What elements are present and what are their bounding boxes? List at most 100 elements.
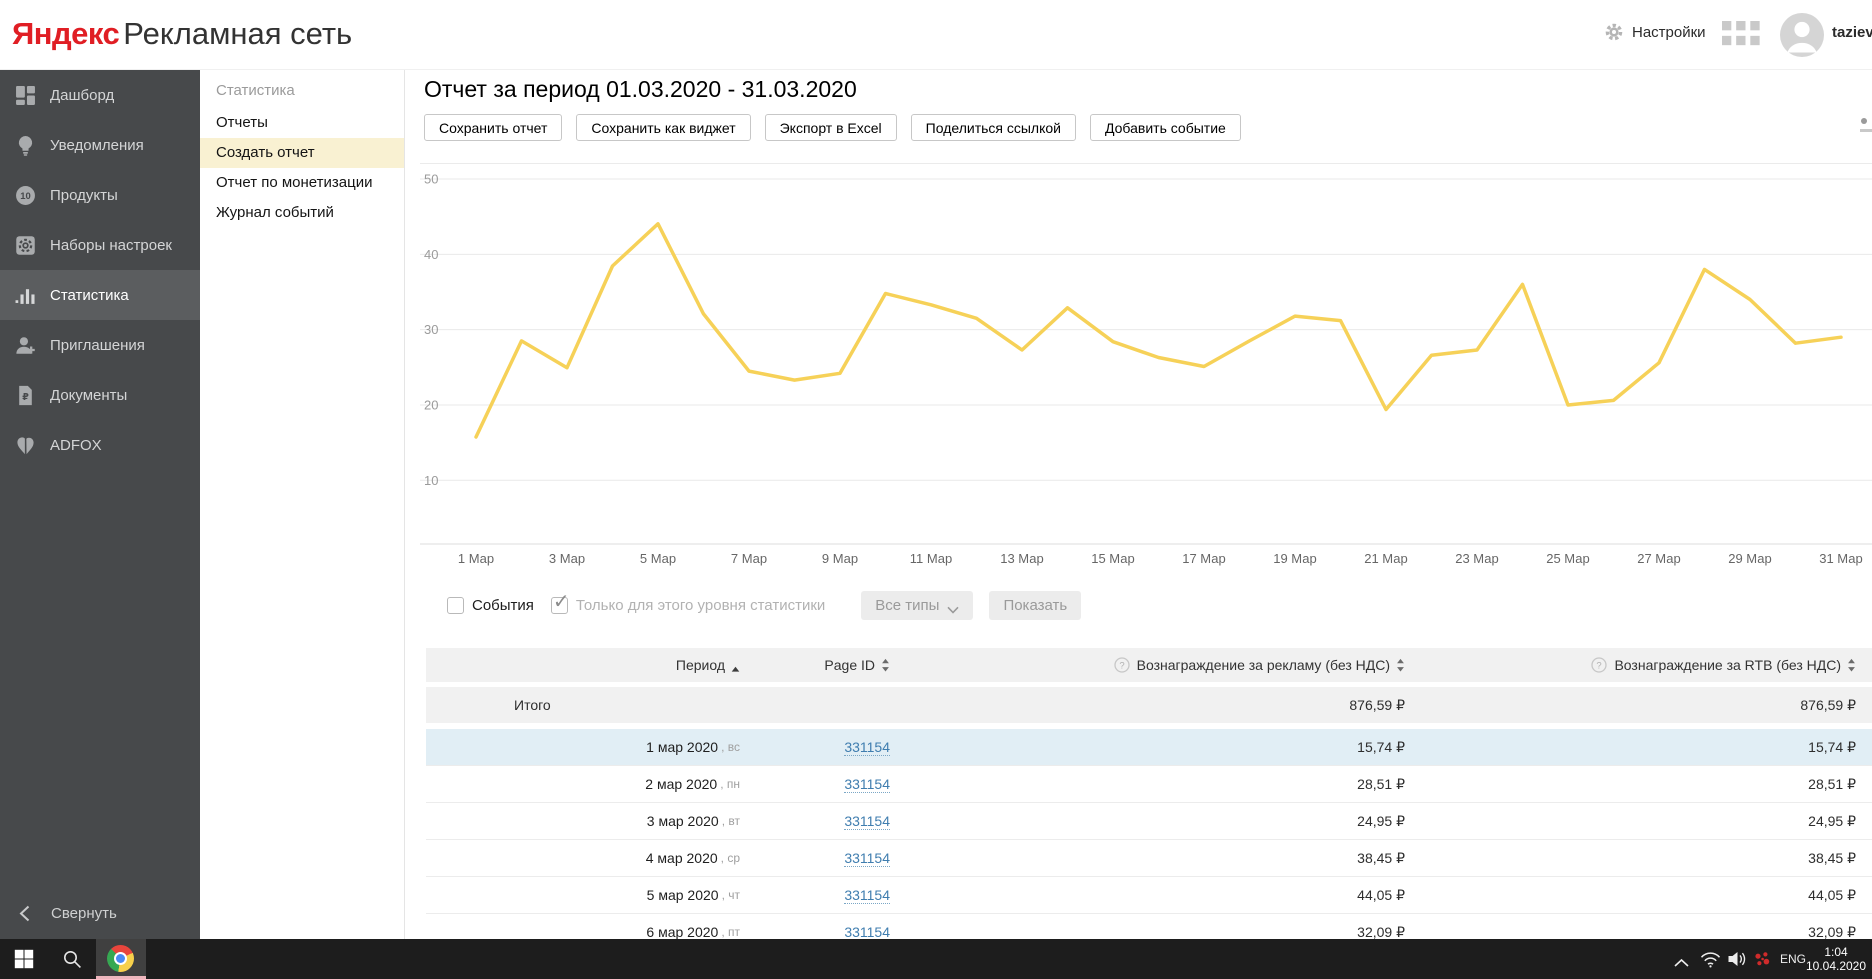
tray-expand-icon[interactable]	[1674, 954, 1689, 967]
table-row[interactable]: 2 мар 2020, пн 331154 28,51 ₽ 28,51 ₽	[426, 766, 1872, 803]
svg-text:10: 10	[20, 191, 31, 202]
help-question-icon[interactable]: ?	[1113, 657, 1130, 673]
show-button[interactable]: Показать	[989, 590, 1082, 620]
page-id-link[interactable]: 331154	[844, 813, 890, 830]
sort-both-icon[interactable]	[1847, 658, 1856, 673]
subnav-item-3[interactable]: Отчет по монетизации	[200, 168, 404, 198]
period-cell: 2 мар 2020, пн	[426, 766, 756, 802]
svg-text:27 Мар: 27 Мар	[1637, 551, 1681, 566]
svg-text:₽: ₽	[22, 391, 29, 402]
page-id-link[interactable]: 331154	[844, 850, 890, 867]
taskbar-clock[interactable]: 1:04 10.04.2020	[1804, 945, 1868, 973]
event-type-value: Все типы	[875, 596, 940, 614]
checkbox-unchecked-icon	[447, 596, 464, 614]
weekday-label: , пн	[720, 777, 740, 791]
settings-button[interactable]: Настройки	[1604, 22, 1706, 42]
column-header-label: Вознаграждение за RTB (без НДС)	[1614, 657, 1841, 673]
date-label: 5 мар 2020	[646, 887, 719, 903]
only-level-checkbox[interactable]: ✓ Только для этого уровня статистики	[550, 591, 825, 614]
sidebar-item-4[interactable]: Наборы настроек	[0, 220, 200, 270]
sidebar-item-6[interactable]: Приглашения	[0, 320, 200, 370]
column-header-3[interactable]: ? Вознаграждение за рекламу (без НДС)	[906, 648, 1421, 682]
table-row[interactable]: 4 мар 2020, ср 331154 38,45 ₽ 38,45 ₽	[426, 840, 1872, 877]
pageid-cell: 331154	[756, 914, 906, 940]
page-id-link[interactable]: 331154	[844, 776, 890, 793]
avatar[interactable]	[1780, 13, 1824, 57]
svg-text:5 Мар: 5 Мар	[640, 551, 676, 566]
yandex-logo-text: Яндекс	[12, 16, 120, 51]
subnav-item-2[interactable]: Создать отчет	[200, 138, 404, 168]
help-question-icon[interactable]: ?	[1591, 657, 1608, 673]
volume-icon[interactable]	[1727, 951, 1747, 967]
sidebar-item-5[interactable]: Статистика	[0, 270, 200, 320]
toolbar-button-2[interactable]: Сохранить как виджет	[576, 114, 751, 141]
svg-text:1 Мар: 1 Мар	[458, 551, 494, 566]
sort-both-icon[interactable]	[1396, 658, 1405, 673]
svg-text:15 Мар: 15 Мар	[1091, 551, 1135, 566]
sidebar-item-3[interactable]: 10 Продукты	[0, 170, 200, 220]
events-label: События	[472, 596, 534, 614]
page-id-link[interactable]: 331154	[844, 887, 890, 904]
windows-taskbar: ENG 1:04 10.04.2020	[0, 939, 1872, 979]
yandex-logo[interactable]: Яндекс Рекламная сеть	[12, 16, 352, 52]
sidebar-item-label: Приглашения	[50, 336, 145, 354]
page-id-link[interactable]: 331154	[844, 924, 890, 940]
toolbar-button-4[interactable]: Поделиться ссылкой	[910, 114, 1076, 141]
chrome-taskbar-button[interactable]	[96, 939, 146, 979]
wifi-icon[interactable]	[1700, 951, 1721, 968]
subnav-item-1[interactable]: Отчеты	[200, 108, 404, 138]
sidebar-item-2[interactable]: Уведомления	[0, 120, 200, 170]
gear-icon	[1604, 22, 1624, 42]
collapse-sidebar-button[interactable]: Свернуть	[0, 893, 200, 933]
svg-text:7 Мар: 7 Мар	[731, 551, 767, 566]
svg-text:30: 30	[424, 322, 438, 337]
subnav-item-4[interactable]: Журнал событий	[200, 198, 404, 228]
date-label: 2 мар 2020	[645, 776, 718, 792]
table-row[interactable]: 6 мар 2020, пт 331154 32,09 ₽ 32,09 ₽	[426, 914, 1872, 939]
svg-text:19 Мар: 19 Мар	[1273, 551, 1317, 566]
sidebar-item-1[interactable]: Дашборд	[0, 70, 200, 120]
table-row[interactable]: 5 мар 2020, чт 331154 44,05 ₽ 44,05 ₽	[426, 877, 1872, 914]
date-label: 6 мар 2020	[646, 924, 719, 939]
language-indicator[interactable]: ENG	[1780, 952, 1806, 966]
period-cell: 5 мар 2020, чт	[426, 877, 756, 913]
sidebar-item-7[interactable]: ₽ Документы	[0, 370, 200, 420]
clock-date: 10.04.2020	[1805, 959, 1867, 973]
table-row[interactable]: 1 мар 2020, вс 331154 15,74 ₽ 15,74 ₽	[426, 729, 1872, 766]
page-title: Отчет за период 01.03.2020 - 31.03.2020	[424, 76, 857, 102]
lightbulb-icon	[15, 135, 36, 156]
pageid-cell: 331154	[756, 729, 906, 765]
sidebar-item-8[interactable]: ADFOX	[0, 420, 200, 470]
page-id-link[interactable]: 331154	[844, 739, 890, 756]
sidebar: Дашборд Уведомления 10 Продукты Наборы настр…	[0, 70, 200, 939]
column-header-4[interactable]: ? Вознаграждение за RTB (без НДС)	[1421, 648, 1872, 682]
table-row[interactable]: 3 мар 2020, вт 331154 24,95 ₽ 24,95 ₽	[426, 803, 1872, 840]
period-cell: 6 мар 2020, пт	[426, 914, 756, 939]
svg-text:?: ?	[1119, 661, 1124, 672]
statistics-subnav: Статистика Отчеты Создать отчет Отчет по м…	[200, 70, 405, 939]
context-menu-icon[interactable]	[1858, 116, 1872, 136]
svg-text:9 Мар: 9 Мар	[822, 551, 858, 566]
taskbar-search-icon[interactable]	[62, 949, 82, 969]
toolbar-button-1[interactable]: Сохранить отчет	[424, 114, 563, 141]
sort-both-icon[interactable]	[881, 658, 890, 673]
svg-text:11 Мар: 11 Мар	[910, 551, 953, 566]
toolbar-button-5[interactable]: Добавить событие	[1090, 114, 1241, 141]
start-button-icon[interactable]	[14, 949, 34, 969]
date-label: 3 мар 2020	[646, 813, 719, 829]
column-header-2[interactable]: Page ID	[756, 648, 906, 682]
events-checkbox[interactable]: События	[447, 596, 534, 614]
sidebar-item-label: Уведомления	[50, 136, 144, 154]
pageid-cell: 331154	[756, 803, 906, 839]
total-pageid-cell	[756, 687, 906, 723]
svg-text:?: ?	[1597, 661, 1602, 672]
event-type-dropdown[interactable]: Все типы	[861, 590, 974, 620]
pageid-cell: 331154	[756, 840, 906, 876]
sort-asc-icon[interactable]	[731, 661, 740, 672]
column-header-1[interactable]: Период	[426, 648, 756, 682]
antivirus-tray-icon[interactable]	[1753, 950, 1771, 968]
username[interactable]: taziev	[1832, 24, 1872, 41]
rtb-revenue-cell: 15,74 ₽	[1808, 738, 1856, 755]
apps-grid-icon[interactable]	[1722, 21, 1760, 51]
toolbar-button-3[interactable]: Экспорт в Excel	[764, 114, 897, 141]
